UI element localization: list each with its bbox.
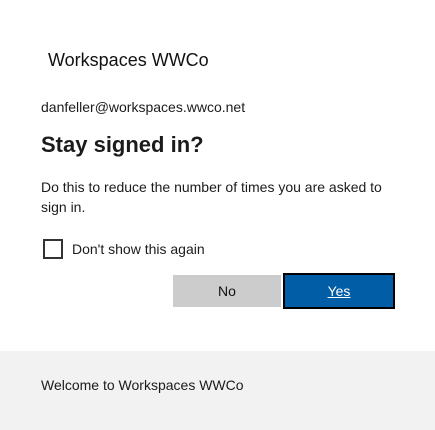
dont-show-again-checkbox[interactable] bbox=[43, 239, 63, 259]
dont-show-again-label[interactable]: Don't show this again bbox=[72, 241, 205, 257]
no-button[interactable]: No bbox=[173, 275, 281, 307]
page-title: Stay signed in? bbox=[41, 132, 204, 157]
description-text: Do this to reduce the number of times yo… bbox=[41, 179, 382, 215]
footer: Welcome to Workspaces WWCo bbox=[0, 351, 435, 430]
yes-button[interactable]: Yes bbox=[283, 273, 395, 309]
account-email: danfeller@workspaces.wwco.net bbox=[41, 99, 246, 115]
footer-welcome-text: Welcome to Workspaces WWCo bbox=[41, 377, 244, 393]
banner-logo-text: Workspaces WWCo bbox=[48, 50, 209, 70]
